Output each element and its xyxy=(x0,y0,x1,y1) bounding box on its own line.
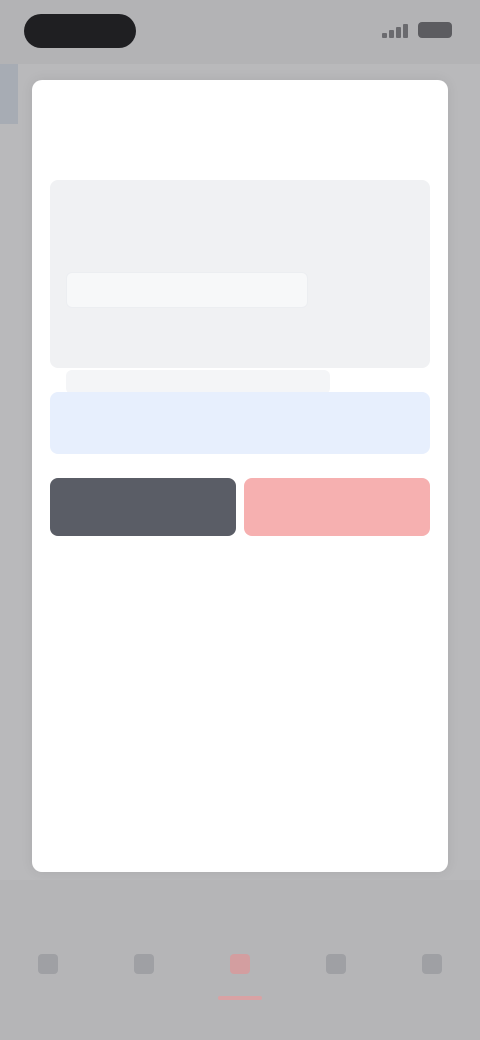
section2-input[interactable] xyxy=(66,370,330,394)
camera-pill xyxy=(24,14,136,48)
tab-home[interactable] xyxy=(0,940,96,1020)
center-icon xyxy=(230,954,250,974)
status-bar xyxy=(0,0,480,64)
home-icon xyxy=(38,954,58,974)
tab-messages[interactable] xyxy=(288,940,384,1020)
tab-profile[interactable] xyxy=(384,940,480,1020)
tab-center[interactable] xyxy=(192,940,288,1020)
message-icon xyxy=(326,954,346,974)
status-icons xyxy=(382,22,452,38)
confirm-button[interactable] xyxy=(244,478,430,536)
background-edge xyxy=(0,64,18,124)
section1-input[interactable] xyxy=(66,272,308,308)
signal-icon xyxy=(382,22,408,38)
tab-bar xyxy=(0,940,480,1020)
link-banner[interactable] xyxy=(50,392,430,454)
tab-list[interactable] xyxy=(96,940,192,1020)
profile-icon xyxy=(422,954,442,974)
modal-sheet xyxy=(32,80,448,872)
active-indicator xyxy=(218,996,262,1000)
bottom-navigation xyxy=(0,880,480,1040)
list-icon xyxy=(134,954,154,974)
form-card xyxy=(50,180,430,368)
battery-icon xyxy=(418,22,452,38)
cancel-button[interactable] xyxy=(50,478,236,536)
